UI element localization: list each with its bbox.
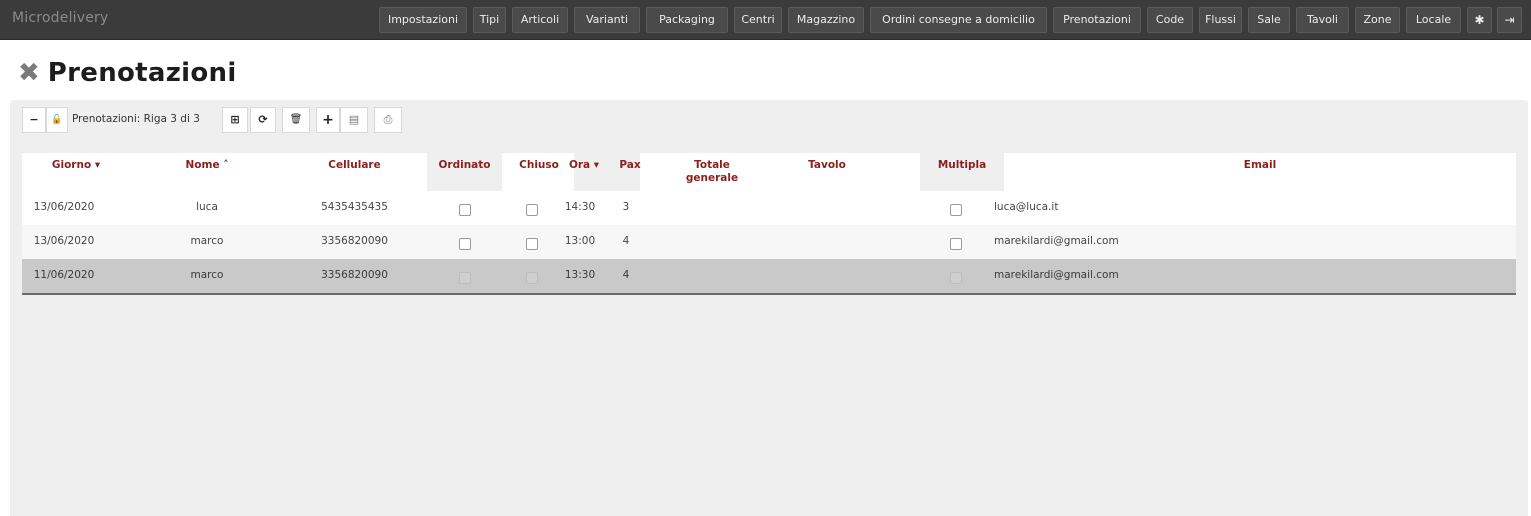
columns-button[interactable]: ⊞ bbox=[222, 107, 248, 133]
top-navbar: Microdelivery Impostazioni Tipi Articoli… bbox=[0, 0, 1531, 40]
table-row[interactable]: 13/06/2020 luca 5435435435 14:30 3 luca@… bbox=[22, 191, 1516, 225]
ordinato-checkbox[interactable] bbox=[459, 272, 471, 284]
column-header-giorno[interactable]: Giorno ▾ bbox=[22, 159, 130, 172]
column-header-totale[interactable]: Totale generale bbox=[662, 159, 762, 185]
cell-nome: marco bbox=[190, 235, 224, 247]
menu-flussi[interactable]: Flussi bbox=[1199, 7, 1242, 33]
save-button[interactable]: ▤ bbox=[340, 107, 368, 133]
cell-email: marekilardi@gmail.com bbox=[994, 269, 1119, 281]
cell-pax: 4 bbox=[622, 235, 630, 247]
column-header-ordinato[interactable]: Ordinato bbox=[427, 159, 502, 172]
cell-cellulare: 3356820090 bbox=[321, 235, 388, 247]
table-row[interactable]: 13/06/2020 marco 3356820090 13:00 4 mare… bbox=[22, 225, 1516, 259]
cell-giorno: 13/06/2020 bbox=[33, 201, 95, 213]
column-header-totale-line2: generale bbox=[685, 172, 739, 184]
column-header-tavolo[interactable]: Tavolo bbox=[772, 159, 882, 172]
record-position-label: Prenotazioni: Riga 3 di 3 bbox=[72, 113, 200, 125]
menu-magazzino[interactable]: Magazzino bbox=[788, 7, 864, 33]
refresh-button[interactable]: ⟳ bbox=[250, 107, 276, 133]
cell-ora: 13:00 bbox=[564, 235, 596, 247]
cell-email: marekilardi@gmail.com bbox=[994, 235, 1119, 247]
menu-articoli[interactable]: Articoli bbox=[512, 7, 568, 33]
cell-pax: 4 bbox=[622, 269, 630, 281]
page-title: Prenotazioni bbox=[47, 58, 237, 88]
cell-ora: 14:30 bbox=[564, 201, 596, 213]
delete-button[interactable]: 🗑 bbox=[282, 107, 310, 133]
column-header-email[interactable]: Email bbox=[1004, 159, 1516, 172]
add-button[interactable]: + bbox=[316, 107, 340, 133]
chiuso-checkbox[interactable] bbox=[526, 204, 538, 216]
multipla-checkbox[interactable] bbox=[950, 204, 962, 216]
menu-impostazioni[interactable]: Impostazioni bbox=[379, 7, 467, 33]
chiuso-checkbox[interactable] bbox=[526, 238, 538, 250]
collapse-button[interactable]: − bbox=[22, 107, 46, 133]
cell-pax: 3 bbox=[622, 201, 630, 213]
multipla-checkbox[interactable] bbox=[950, 272, 962, 284]
ordinato-checkbox[interactable] bbox=[459, 238, 471, 250]
menu-tavoli[interactable]: Tavoli bbox=[1296, 7, 1349, 33]
table-header: Giorno ▾ Nome ˄ Cellulare Ordinato Chius… bbox=[22, 153, 1516, 191]
cell-ora: 13:30 bbox=[564, 269, 596, 281]
cell-cellulare: 5435435435 bbox=[321, 201, 388, 213]
logout-icon[interactable]: ⇥ bbox=[1497, 7, 1522, 33]
close-icon[interactable]: ✖ bbox=[18, 58, 40, 88]
cell-giorno: 13/06/2020 bbox=[33, 235, 95, 247]
multipla-checkbox[interactable] bbox=[950, 238, 962, 250]
menu-centri[interactable]: Centri bbox=[734, 7, 782, 33]
menu-locale[interactable]: Locale bbox=[1406, 7, 1461, 33]
main-menu: Impostazioni Tipi Articoli Varianti Pack… bbox=[0, 7, 1531, 33]
export-button[interactable]: ⎙ bbox=[374, 107, 402, 133]
cell-nome: marco bbox=[190, 269, 224, 281]
ordinato-checkbox[interactable] bbox=[459, 204, 471, 216]
menu-prenotazioni[interactable]: Prenotazioni bbox=[1053, 7, 1141, 33]
cell-giorno: 11/06/2020 bbox=[33, 269, 95, 281]
menu-code[interactable]: Code bbox=[1147, 7, 1193, 33]
cell-cellulare: 3356820090 bbox=[321, 269, 388, 281]
column-header-multipla[interactable]: Multipla bbox=[920, 159, 1004, 172]
menu-zone[interactable]: Zone bbox=[1355, 7, 1400, 33]
menu-packaging[interactable]: Packaging bbox=[646, 7, 728, 33]
cell-nome: luca bbox=[196, 201, 218, 213]
column-header-pax[interactable]: Pax bbox=[612, 159, 648, 172]
menu-ordini-consegne[interactable]: Ordini consegne a domicilio bbox=[870, 7, 1047, 33]
column-header-ora[interactable]: Ora ▾ bbox=[560, 159, 608, 172]
lock-icon[interactable]: 🔓 bbox=[46, 107, 68, 133]
column-header-totale-line1: Totale bbox=[694, 159, 730, 171]
menu-varianti[interactable]: Varianti bbox=[574, 7, 640, 33]
bug-icon[interactable]: ✱ bbox=[1467, 7, 1492, 33]
column-header-cellulare[interactable]: Cellulare bbox=[292, 159, 417, 172]
menu-tipi[interactable]: Tipi bbox=[473, 7, 506, 33]
page-title-bar: ✖ Prenotazioni bbox=[18, 56, 237, 90]
cell-email: luca@luca.it bbox=[994, 201, 1059, 213]
chiuso-checkbox[interactable] bbox=[526, 272, 538, 284]
column-header-nome[interactable]: Nome ˄ bbox=[142, 159, 272, 172]
menu-sale[interactable]: Sale bbox=[1248, 7, 1290, 33]
reservations-panel: − 🔓 Prenotazioni: Riga 3 di 3 ⊞ ⟳ 🗑 + ▤ … bbox=[10, 100, 1528, 516]
table-row-selected[interactable]: 11/06/2020 marco 3356820090 13:30 4 mare… bbox=[22, 259, 1516, 295]
